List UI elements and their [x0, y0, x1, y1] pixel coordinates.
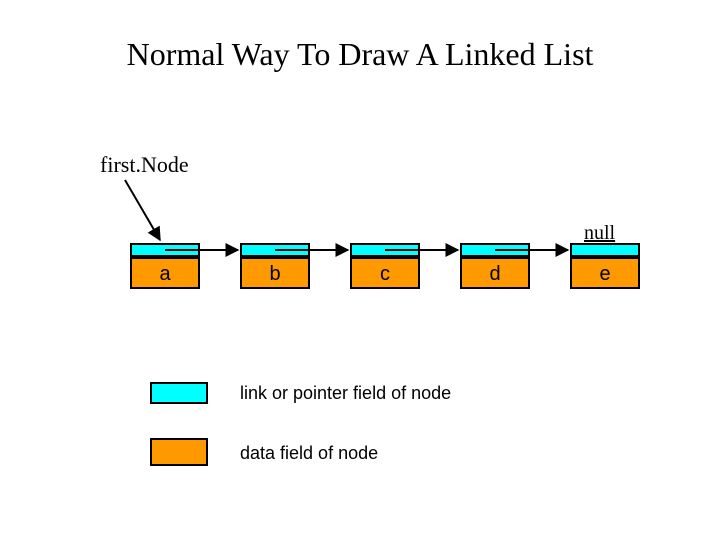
node-link-field	[130, 243, 200, 257]
node-link-field	[240, 243, 310, 257]
node-data-field: e	[570, 257, 640, 289]
legend-link-swatch	[150, 382, 208, 404]
node-link-field	[570, 243, 640, 257]
node-data-field: d	[460, 257, 530, 289]
node-data-field: a	[130, 257, 200, 289]
first-node-label: first.Node	[100, 152, 189, 178]
arrow-first-to-a	[125, 180, 160, 240]
node-data-field: c	[350, 257, 420, 289]
page-title: Normal Way To Draw A Linked List	[0, 36, 720, 73]
node-link-field	[350, 243, 420, 257]
node-data-field: b	[240, 257, 310, 289]
legend-data-text: data field of node	[240, 443, 378, 464]
legend-link-text: link or pointer field of node	[240, 383, 451, 404]
node-link-field	[460, 243, 530, 257]
legend-data-swatch	[150, 438, 208, 466]
null-label: null	[584, 222, 615, 245]
diagram-stage: Normal Way To Draw A Linked List first.N…	[0, 0, 720, 540]
